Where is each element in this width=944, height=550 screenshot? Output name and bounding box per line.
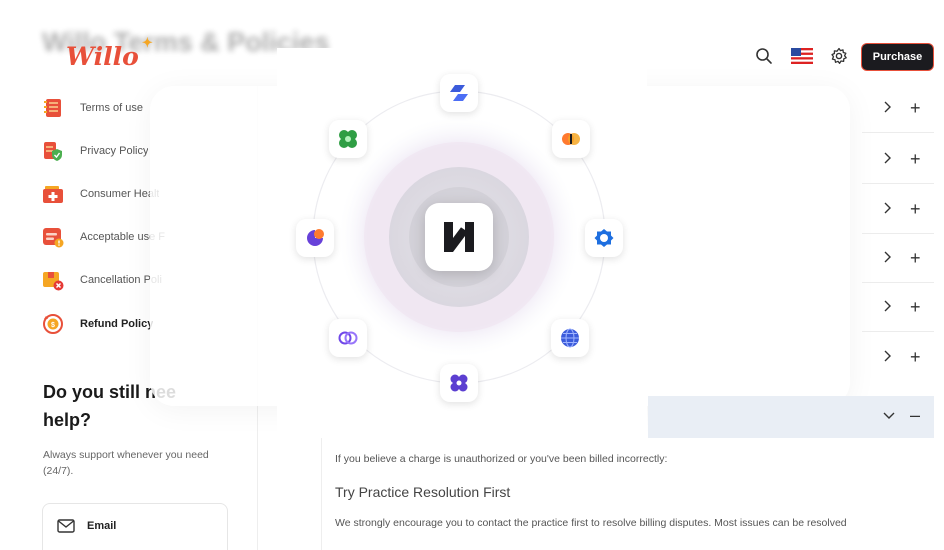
accordion-row[interactable]: +	[862, 185, 934, 234]
us-flag-icon[interactable]	[791, 48, 813, 64]
n-logo-icon	[444, 222, 474, 252]
page: Willo Terms & Policies Willo✦ Purchase	[0, 0, 944, 550]
sidebar-item-label: Privacy Policy	[80, 145, 149, 157]
health-folder-icon	[43, 186, 63, 203]
plus-icon: +	[910, 248, 921, 268]
sidebar-item-cancellation[interactable]: Cancellation Poli	[42, 268, 162, 292]
n-logo-tile[interactable]	[425, 203, 493, 271]
linear-icon	[450, 85, 468, 101]
minus-icon: –	[910, 405, 921, 425]
mail-icon	[57, 519, 75, 533]
sidebar-item-label: Terms of use	[80, 102, 143, 114]
chevron-right-icon	[884, 350, 891, 362]
chevron-down-icon	[883, 412, 895, 419]
chevron-right-icon	[884, 251, 891, 263]
clover-icon	[450, 374, 468, 392]
accordion-row[interactable]: +	[862, 135, 934, 184]
help-subtitle: Always support whenever you need (24/7).	[43, 449, 209, 477]
chain-icon	[338, 331, 358, 345]
plus-icon: +	[910, 347, 921, 367]
email-label: Email	[87, 520, 117, 532]
accordion-row[interactable]: +	[862, 84, 934, 133]
sidebar-item-label: Refund Policy	[80, 318, 154, 330]
notebook-icon	[44, 99, 61, 117]
chevron-right-icon	[884, 202, 891, 214]
plus-icon: +	[910, 199, 921, 219]
clover-app-tile[interactable]	[440, 364, 478, 402]
sidebar-item-label: Consumer Healt	[80, 188, 160, 200]
linear-app-tile[interactable]	[440, 74, 478, 112]
sidebar-item-acceptable-use[interactable]: Acceptable use F	[42, 225, 165, 249]
accordion-row-expanded[interactable]: –	[648, 396, 934, 438]
green-app-tile[interactable]	[329, 120, 367, 158]
refund-icon: $	[43, 314, 63, 334]
plus-icon: +	[910, 149, 921, 169]
blue-ring-icon	[594, 229, 614, 247]
integrations-modal	[277, 48, 647, 438]
pie-icon	[307, 229, 324, 246]
globe-app-tile[interactable]	[551, 319, 589, 357]
plus-icon: +	[910, 297, 921, 317]
green-flower-icon	[339, 130, 357, 148]
accordion-row[interactable]: +	[862, 234, 934, 283]
blue-app-tile[interactable]	[585, 219, 623, 257]
content-intro: If you believe a charge is unauthorized …	[335, 453, 668, 465]
sidebar-item-consumer-health[interactable]: Consumer Healt	[42, 182, 159, 206]
shield-doc-icon	[44, 142, 62, 161]
pie-app-tile[interactable]	[296, 219, 334, 257]
chevron-right-icon	[884, 300, 891, 312]
sparkle-icon: ✦	[141, 36, 153, 51]
email-contact-card[interactable]: Email	[42, 503, 228, 550]
chain-app-tile[interactable]	[329, 319, 367, 357]
sidebar-item-refund[interactable]: $ Refund Policy	[42, 312, 153, 336]
svg-text:$: $	[51, 322, 55, 329]
purchase-button[interactable]: Purchase	[861, 43, 934, 71]
plus-icon: +	[910, 98, 921, 118]
willo-logo[interactable]: Willo ✦	[66, 36, 153, 71]
sidebar-item-terms[interactable]: Terms of use	[42, 96, 143, 120]
gear-icon[interactable]	[830, 47, 848, 65]
accordion-row[interactable]: +	[862, 333, 934, 382]
warning-doc-icon	[43, 228, 64, 248]
globe-icon	[561, 328, 579, 348]
orange-half-icon	[562, 133, 580, 145]
chevron-right-icon	[884, 152, 891, 164]
content-body: We strongly encourage you to contact the…	[335, 517, 847, 529]
chevron-right-icon	[884, 101, 891, 113]
accordion-content: If you believe a charge is unauthorized …	[321, 438, 934, 550]
orange-app-tile[interactable]	[552, 120, 590, 158]
content-heading: Try Practice Resolution First	[335, 484, 511, 500]
sidebar-item-privacy[interactable]: Privacy Policy	[42, 139, 148, 163]
search-icon[interactable]	[755, 47, 773, 65]
cancel-box-icon	[43, 272, 64, 291]
accordion-row[interactable]: +	[862, 283, 934, 332]
